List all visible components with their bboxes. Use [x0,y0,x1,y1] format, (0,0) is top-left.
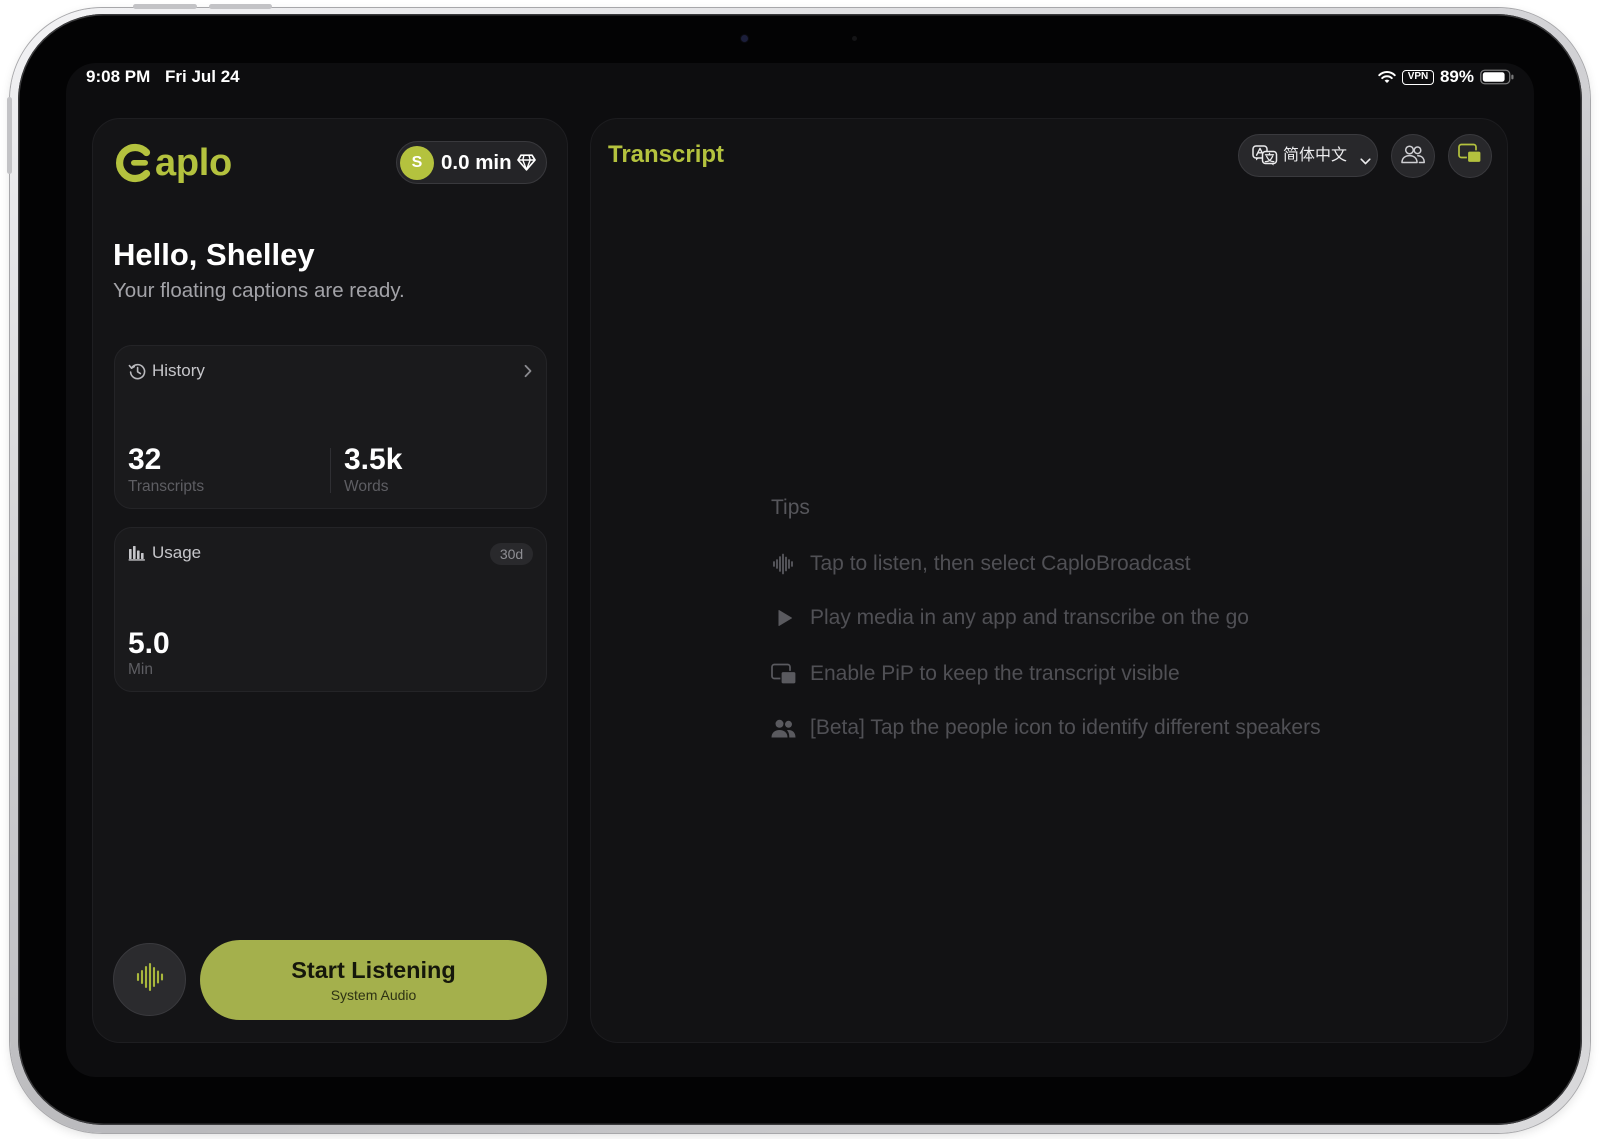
battery-fill [1482,72,1505,82]
vpn-badge: VPN [1401,69,1434,85]
speaker-identification-button[interactable] [1391,134,1435,178]
logo-wordmark: aplo [155,142,232,184]
usage-card[interactable]: Usage 30d 5.0 Min [114,527,547,692]
words-label: Words [344,478,389,495]
audio-source-button[interactable] [113,943,186,1016]
chevron-right-icon[interactable] [523,364,533,383]
tip-item: [Beta] Tap the people icon to identify d… [770,716,1321,740]
picture-in-picture-button[interactable] [1448,134,1492,178]
volume-down-button [209,4,272,9]
ambient-sensor [852,36,857,41]
history-clock-icon [128,362,147,386]
history-card[interactable]: History 32 Transcripts 3.5k Words [114,345,547,509]
language-label: 简体中文 [1283,147,1348,164]
usage-value: 5.0 [128,627,170,660]
wifi-icon [1378,70,1396,84]
tip-text: Tap to listen, then select CaploBroadcas… [810,552,1191,575]
balance-minutes: 0.0 min [441,151,512,174]
pip-icon [1458,143,1482,169]
chevron-down-icon [1360,152,1371,170]
greeting-title: Hello, Shelley [113,237,315,272]
transcripts-label: Transcripts [128,478,205,495]
side-button [7,97,12,174]
people-icon [770,716,797,740]
app-screen: 9:08 PM Fri Jul 24 VPN 89% aplo S 0.0 mi… [66,63,1534,1077]
status-date: Fri Jul 24 [165,67,240,86]
tip-text: Enable PiP to keep the transcript visibl… [810,662,1180,685]
history-label: History [152,361,205,380]
tip-text: [Beta] Tap the people icon to identify d… [810,716,1321,739]
avatar[interactable]: S [400,145,434,180]
transcripts-count: 32 [128,443,162,476]
start-listening-label: Start Listening [291,957,456,983]
tip-item: Play media in any app and transcribe on … [770,606,1249,630]
waveform-icon [770,552,797,576]
tip-item: Enable PiP to keep the transcript visibl… [770,662,1180,686]
usage-label: Usage [152,543,202,562]
transcript-panel: Transcript 简体中文 Tips Tap to listen, then… [590,118,1508,1043]
status-bar: 9:08 PM Fri Jul 24 VPN 89% [66,65,1534,89]
pip-icon [770,662,797,686]
status-time: 9:08 PM [86,67,151,86]
battery-percent: 89% [1439,67,1474,86]
transcript-title: Transcript [608,141,725,168]
start-listening-sublabel: System Audio [330,987,417,1003]
people-icon [1400,144,1426,169]
battery-icon [1480,69,1515,85]
usage-period-badge[interactable]: 30d [490,543,533,565]
translate-icon [1252,145,1278,171]
volume-up-button [133,4,197,9]
tip-text: Play media in any app and transcribe on … [810,606,1249,629]
language-selector[interactable]: 简体中文 [1238,134,1378,177]
words-count: 3.5k [344,443,403,476]
diamond-icon [517,154,536,176]
caplo-logo: aplo [114,141,232,185]
caplo-c-mark [116,143,151,183]
home-panel: aplo S 0.0 min Hello, Shelley Your float… [92,118,568,1043]
stat-divider [330,448,331,493]
waveform-icon [136,962,164,997]
greeting-subtitle: Your floating captions are ready. [113,279,405,302]
status-indicators: VPN 89% [1378,65,1515,89]
front-camera [741,35,748,42]
tips-title: Tips [771,496,810,519]
play-icon [770,606,797,630]
balance-pill[interactable]: S 0.0 min [396,141,547,184]
start-listening-button[interactable]: Start Listening System Audio [200,940,547,1020]
bar-chart-icon [128,545,146,566]
usage-unit: Min [128,661,153,678]
tip-item: Tap to listen, then select CaploBroadcas… [770,552,1191,576]
